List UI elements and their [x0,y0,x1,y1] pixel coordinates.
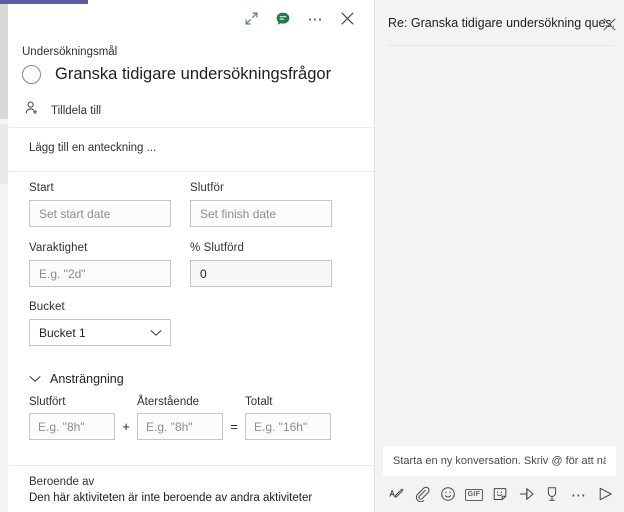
effort-remaining-label: Återstående [137,396,200,408]
percent-complete-label: % Slutförd [190,242,245,254]
task-complete-radio[interactable] [22,64,41,84]
attach-button[interactable] [409,482,434,508]
praise-badge-icon [545,486,559,505]
scrollbar-thumb[interactable] [0,4,8,119]
attach-icon [414,486,430,505]
effort-remaining-group: Återstående [137,396,223,440]
effort-completed-input[interactable] [29,413,115,440]
conversation-title: Re: Granska tidigare undersökning ques… [388,16,614,30]
effort-completed-group: Slutfört [29,396,115,440]
accent-bar [0,0,88,4]
gif-icon: GIF [464,489,484,501]
effort-inputs-row: Slutfört + Återstående = Totalt [29,396,331,440]
send-icon [597,486,614,505]
bucket-label: Bucket [29,301,65,313]
close-icon [340,12,354,28]
format-button[interactable] [383,482,408,508]
effort-completed-label: Slutfört [29,396,66,408]
expand-button[interactable] [237,6,265,34]
sticker-icon [492,486,508,505]
ellipsis-icon: ⋯ [307,11,323,28]
add-note-field[interactable]: Lägg till en anteckning ... [29,142,156,154]
message-compose-box[interactable]: Starta en ny konversation. Skriv @ för a… [383,446,616,476]
conversation-messages [375,46,624,448]
chevron-down-icon [29,370,41,388]
start-date-input[interactable] [29,200,171,227]
conversation-header: Re: Granska tidigare undersökning ques… [375,0,624,46]
dependency-section: Beroende av Den här aktiviteten är inte … [29,476,312,504]
date-row: Start Slutför [29,181,351,227]
format-icon [388,486,404,505]
bucket-selected-value: Bucket 1 [39,325,86,340]
person-add-icon [24,100,40,121]
start-field-group: Start [29,181,171,227]
divider-note [9,171,375,172]
task-title[interactable]: Granska tidigare undersökningsfrågor [55,63,331,85]
task-pane-scrollbar[interactable] [0,4,8,512]
duration-field-group: Varaktighet [29,241,171,287]
bucket-select[interactable]: Bucket 1 [29,319,171,346]
assign-to-label: Tilldela till [51,104,102,117]
dependency-description: Den här aktiviteten är inte beroende av … [29,492,313,504]
chevron-down-icon [150,329,162,337]
finish-date-input[interactable] [190,200,332,227]
scrollbar-thumb-secondary[interactable] [0,124,8,184]
compose-toolbar: GIF ⋯ [383,480,618,510]
chat-icon [275,11,291,30]
goal-label: Undersökningsmål [22,46,118,58]
task-detail-window: ⋯ Undersökningsmål Granska tidigare unde… [0,0,624,512]
conversation-button[interactable] [269,6,297,34]
close-button[interactable] [333,6,361,34]
more-options-button[interactable]: ⋯ [301,6,329,34]
close-icon [603,18,616,36]
gif-button[interactable]: GIF [461,482,486,508]
praise-send-icon [518,486,535,505]
sticker-button[interactable] [487,482,512,508]
emoji-icon [440,486,456,505]
effort-total-group: Totalt [245,396,331,440]
effort-section-header[interactable]: Ansträngning [29,370,124,388]
task-title-row: Granska tidigare undersökningsfrågor [22,63,357,85]
conversation-pane: Re: Granska tidigare undersökning ques… … [375,0,624,512]
task-toolbar: ⋯ [237,6,361,34]
effort-section-title: Ansträngning [50,372,124,386]
assign-to-row[interactable]: Tilldela till [24,100,101,121]
divider-top [9,127,375,128]
finish-label: Slutför [190,182,224,194]
dependency-title: Beroende av [29,476,95,488]
duration-input[interactable] [29,260,171,287]
equals-operator: = [230,419,238,434]
plus-operator: + [122,419,130,434]
percent-field-group: % Slutförd [190,241,332,287]
task-detail-pane: ⋯ Undersökningsmål Granska tidigare unde… [0,0,375,512]
start-label: Start [29,182,54,194]
percent-complete-input[interactable] [190,260,332,287]
divider-dependency [9,465,375,466]
compose-placeholder: Starta en ny konversation. Skriv @ för a… [393,455,606,467]
effort-total-label: Totalt [245,396,273,408]
send-button[interactable] [593,482,618,508]
expand-icon [244,11,259,29]
duration-label: Varaktighet [29,242,88,254]
emoji-button[interactable] [435,482,460,508]
finish-field-group: Slutför [190,181,332,227]
conversation-close-button[interactable] [600,18,618,36]
ellipsis-icon: ⋯ [570,486,586,504]
praise-badge-button[interactable] [540,482,565,508]
duration-row: Varaktighet % Slutförd [29,241,351,287]
more-options-button[interactable]: ⋯ [566,482,591,508]
task-fields: Start Slutför Varaktighet % Slutförd [29,181,351,301]
praise-send-button[interactable] [514,482,539,508]
effort-total-input[interactable] [245,413,331,440]
effort-remaining-input[interactable] [137,413,223,440]
bucket-field-group: Bucket Bucket 1 [29,300,171,346]
